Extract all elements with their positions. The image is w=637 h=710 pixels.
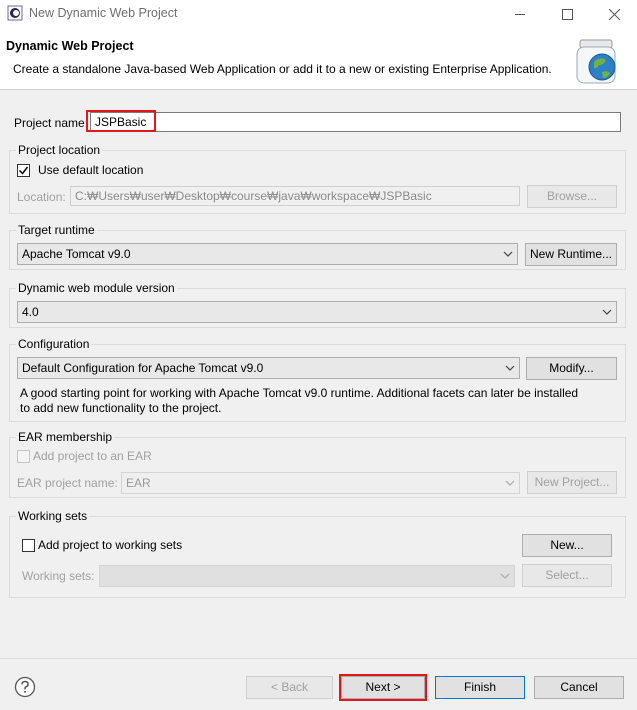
checkmark-icon [18,166,29,175]
configuration-description-line1: A good starting point for working with A… [20,386,579,400]
banner-title: Dynamic Web Project [6,39,134,53]
chevron-down-icon [505,365,515,371]
configuration-description-line2: to add new functionality to the project. [20,401,222,415]
configuration-dropdown[interactable]: Default Configuration for Apache Tomcat … [17,357,520,379]
ear-project-name-label: EAR project name: [17,476,118,490]
ear-membership-group-label: EAR membership [16,430,115,444]
add-to-working-sets-label: Add project to working sets [38,538,183,552]
configuration-value: Default Configuration for Apache Tomcat … [22,361,264,375]
target-runtime-dropdown[interactable]: Apache Tomcat v9.0 [17,243,518,265]
eclipse-app-icon [7,5,23,21]
maximize-button[interactable] [544,0,590,28]
modify-button[interactable]: Modify... [526,357,617,380]
banner-description: Create a standalone Java-based Web Appli… [13,62,552,76]
chevron-down-icon [505,480,515,486]
new-ear-project-button[interactable]: New Project... [527,471,617,494]
project-name-input[interactable]: JSPBasic [90,112,621,132]
working-sets-group-label: Working sets [16,509,90,523]
ear-project-name-dropdown[interactable]: EAR [121,472,520,494]
working-sets-label: Working sets: [22,569,95,583]
footer-divider [0,658,637,659]
module-version-group-label: Dynamic web module version [16,281,177,295]
ear-project-name-value: EAR [126,476,151,490]
use-default-location-checkbox[interactable] [17,164,30,177]
web-project-jar-icon [576,39,616,84]
chevron-down-icon [500,573,510,579]
module-version-dropdown[interactable]: 4.0 [17,301,617,323]
project-location-group-label: Project location [16,143,103,157]
add-to-ear-checkbox[interactable] [17,450,30,463]
window-title: New Dynamic Web Project [29,6,178,20]
back-button[interactable]: < Back [246,676,333,699]
help-icon[interactable] [14,676,36,698]
next-button[interactable]: Next > [341,676,425,699]
configuration-group-label: Configuration [16,337,92,351]
finish-button[interactable]: Finish [435,676,525,699]
new-working-set-button[interactable]: New... [522,534,612,557]
working-sets-dropdown[interactable] [99,565,515,587]
wizard-banner: Dynamic Web Project Create a standalone … [0,28,637,90]
new-runtime-button[interactable]: New Runtime... [525,243,617,266]
chevron-down-icon [602,309,612,315]
cancel-button[interactable]: Cancel [534,676,624,699]
target-runtime-group-label: Target runtime [16,223,97,237]
minimize-button[interactable] [497,0,543,28]
add-to-ear-label: Add project to an EAR [33,449,152,463]
location-label: Location: [17,190,66,204]
browse-button[interactable]: Browse... [527,185,617,208]
add-to-working-sets-checkbox[interactable] [22,539,35,552]
use-default-location-label: Use default location [38,163,144,177]
window-titlebar: New Dynamic Web Project [0,0,637,28]
minimize-icon [514,13,525,15]
select-working-sets-button[interactable]: Select... [522,564,612,587]
chevron-down-icon [503,251,513,257]
module-version-value: 4.0 [22,305,39,319]
close-icon [608,8,620,20]
project-name-label: Project name: [14,116,89,130]
close-button[interactable] [591,0,637,28]
location-input[interactable]: C:₩Users₩user₩Desktop₩course₩java₩worksp… [70,186,520,206]
target-runtime-value: Apache Tomcat v9.0 [22,247,131,261]
maximize-icon [561,8,573,20]
